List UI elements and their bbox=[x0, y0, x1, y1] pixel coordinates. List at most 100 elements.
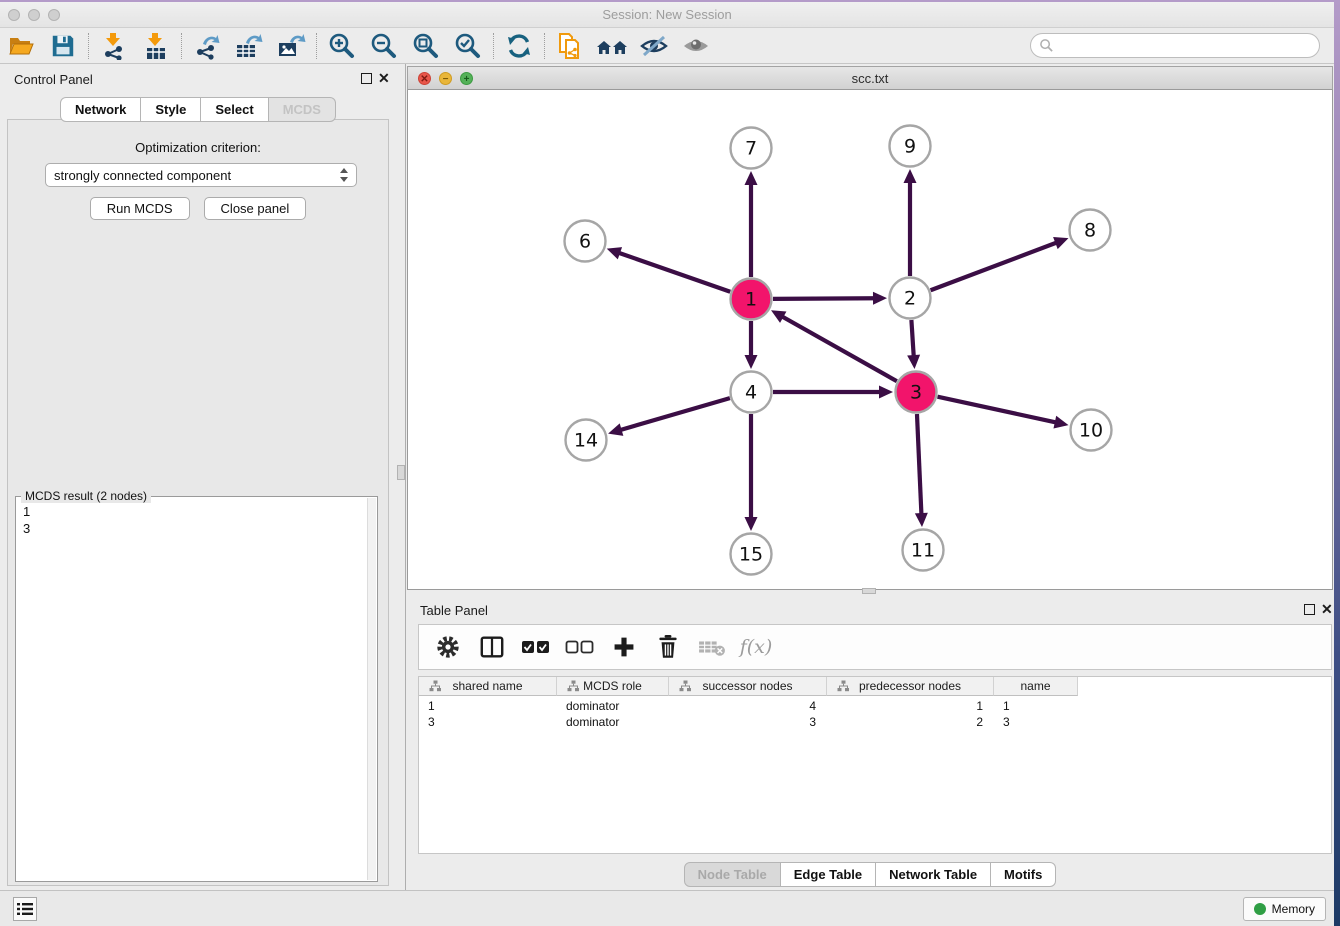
table-row[interactable]: 3dominator323 bbox=[419, 715, 1078, 731]
split-panel-icon[interactable] bbox=[475, 630, 509, 664]
network-from-file-icon[interactable] bbox=[549, 30, 591, 62]
node-label-9: 9 bbox=[904, 136, 916, 158]
edge-4-14[interactable] bbox=[619, 398, 730, 430]
status-bar: Memory bbox=[0, 890, 1334, 926]
hide-selected-icon[interactable] bbox=[633, 30, 675, 62]
import-table-icon[interactable] bbox=[135, 30, 177, 62]
arrowhead-3-11 bbox=[915, 513, 928, 527]
tab-network-table[interactable]: Network Table bbox=[876, 862, 991, 887]
arrowhead-1-6 bbox=[607, 247, 622, 259]
edge-1-6[interactable] bbox=[617, 252, 730, 292]
first-neighbors-icon[interactable] bbox=[591, 30, 633, 62]
toolbar-separator bbox=[181, 33, 182, 59]
node-table[interactable]: shared nameMCDS rolesuccessor nodesprede… bbox=[418, 676, 1332, 854]
result-item[interactable]: 3 bbox=[23, 520, 361, 537]
arrowhead-1-7 bbox=[745, 171, 758, 185]
table-panel: Table Panel ✕ bbox=[406, 596, 1334, 892]
zoom-selected-icon[interactable] bbox=[447, 30, 489, 62]
network-window-titlebar[interactable]: ✕ − + scc.txt bbox=[407, 66, 1333, 90]
column-header-predecessor-nodes[interactable]: predecessor nodes bbox=[827, 677, 994, 696]
tab-mcds[interactable]: MCDS bbox=[269, 97, 336, 122]
float-panel-icon[interactable] bbox=[361, 73, 372, 84]
column-label: successor nodes bbox=[669, 679, 826, 693]
table-close-panel-icon[interactable]: ✕ bbox=[1321, 601, 1333, 618]
tab-node-table[interactable]: Node Table bbox=[684, 862, 781, 887]
cell-predecessor-nodes[interactable]: 2 bbox=[827, 715, 994, 731]
search-input[interactable] bbox=[1030, 33, 1320, 58]
close-panel-button[interactable]: Close panel bbox=[204, 197, 307, 220]
show-all-icon[interactable] bbox=[675, 30, 717, 62]
network-graph[interactable]: 7968124314101511 bbox=[408, 90, 1334, 590]
table-float-panel-icon[interactable] bbox=[1304, 604, 1315, 615]
cell-predecessor-nodes[interactable]: 1 bbox=[827, 699, 994, 715]
stepper-arrows-icon bbox=[340, 167, 348, 183]
cell-successor-nodes[interactable]: 3 bbox=[669, 715, 827, 731]
tab-select[interactable]: Select bbox=[201, 97, 268, 122]
divider-handle[interactable] bbox=[397, 465, 405, 480]
task-history-button[interactable] bbox=[13, 897, 37, 921]
zoom-in-icon[interactable] bbox=[321, 30, 363, 62]
network-resize-handle[interactable] bbox=[862, 588, 876, 594]
node-label-3: 3 bbox=[910, 382, 922, 404]
close-panel-icon[interactable]: ✕ bbox=[378, 70, 390, 87]
cell-shared-name[interactable]: 3 bbox=[419, 715, 557, 731]
result-scrollbar[interactable] bbox=[367, 498, 376, 880]
cell-name[interactable]: 3 bbox=[994, 715, 1078, 731]
cell-MCDS-role[interactable]: dominator bbox=[557, 699, 669, 715]
arrowhead-4-14 bbox=[608, 423, 623, 435]
mcds-result-list[interactable]: 13 bbox=[17, 501, 367, 880]
column-header-name[interactable]: name bbox=[994, 677, 1078, 696]
zoom-out-icon[interactable] bbox=[363, 30, 405, 62]
import-network-icon[interactable] bbox=[93, 30, 135, 62]
panel-divider[interactable] bbox=[396, 64, 406, 890]
column-header-shared-name[interactable]: shared name bbox=[419, 677, 557, 696]
control-panel-tabs: NetworkStyleSelectMCDS bbox=[0, 97, 396, 122]
search-icon bbox=[1039, 38, 1054, 53]
column-header-MCDS-role[interactable]: MCDS role bbox=[557, 677, 669, 696]
table-panel-tabs: Node TableEdge TableNetwork TableMotifs bbox=[406, 862, 1334, 887]
cell-successor-nodes[interactable]: 4 bbox=[669, 699, 827, 715]
mcds-result-group: MCDS result (2 nodes) 13 bbox=[15, 496, 378, 882]
desktop: Session: New Session bbox=[0, 0, 1340, 926]
node-label-6: 6 bbox=[579, 231, 591, 253]
arrowhead-4-15 bbox=[745, 517, 758, 531]
node-label-7: 7 bbox=[745, 138, 757, 160]
refresh-icon[interactable] bbox=[498, 30, 540, 62]
edge-3-10[interactable] bbox=[937, 397, 1057, 423]
zoom-fit-icon[interactable] bbox=[405, 30, 447, 62]
save-session-icon[interactable] bbox=[42, 30, 84, 62]
tab-network[interactable]: Network bbox=[60, 97, 141, 122]
control-panel-header: Control Panel ✕ bbox=[0, 64, 396, 94]
tab-motifs[interactable]: Motifs bbox=[991, 862, 1056, 887]
edge-2-8[interactable] bbox=[931, 242, 1059, 290]
select-all-checkboxes-icon[interactable] bbox=[519, 630, 553, 664]
deselect-all-checkboxes-icon[interactable] bbox=[563, 630, 597, 664]
column-header-successor-nodes[interactable]: successor nodes bbox=[669, 677, 827, 696]
tab-style[interactable]: Style bbox=[141, 97, 201, 122]
edge-3-1[interactable] bbox=[781, 316, 897, 382]
export-network-icon[interactable] bbox=[186, 30, 228, 62]
column-settings-gear-icon[interactable] bbox=[431, 630, 465, 664]
cell-shared-name[interactable]: 1 bbox=[419, 699, 557, 715]
tab-edge-table[interactable]: Edge Table bbox=[781, 862, 876, 887]
arrowhead-3-10 bbox=[1053, 416, 1068, 429]
edge-2-3[interactable] bbox=[911, 320, 913, 358]
delete-column-icon[interactable] bbox=[651, 630, 685, 664]
table-row[interactable]: 1dominator411 bbox=[419, 699, 1078, 715]
cell-name[interactable]: 1 bbox=[994, 699, 1078, 715]
open-session-icon[interactable] bbox=[0, 30, 42, 62]
node-label-10: 10 bbox=[1079, 420, 1103, 442]
export-image-icon[interactable] bbox=[270, 30, 312, 62]
result-item[interactable]: 1 bbox=[23, 503, 361, 520]
optimization-criterion-select[interactable]: strongly connected component bbox=[45, 163, 357, 187]
network-canvas[interactable]: 7968124314101511 bbox=[407, 90, 1333, 590]
node-label-11: 11 bbox=[911, 540, 935, 562]
add-column-icon[interactable] bbox=[607, 630, 641, 664]
arrowhead-1-2 bbox=[873, 292, 887, 305]
edge-1-2[interactable] bbox=[773, 298, 876, 299]
memory-button[interactable]: Memory bbox=[1243, 897, 1326, 921]
run-mcds-button[interactable]: Run MCDS bbox=[90, 197, 190, 220]
export-table-icon[interactable] bbox=[228, 30, 270, 62]
edge-3-11[interactable] bbox=[917, 414, 922, 516]
cell-MCDS-role[interactable]: dominator bbox=[557, 715, 669, 731]
